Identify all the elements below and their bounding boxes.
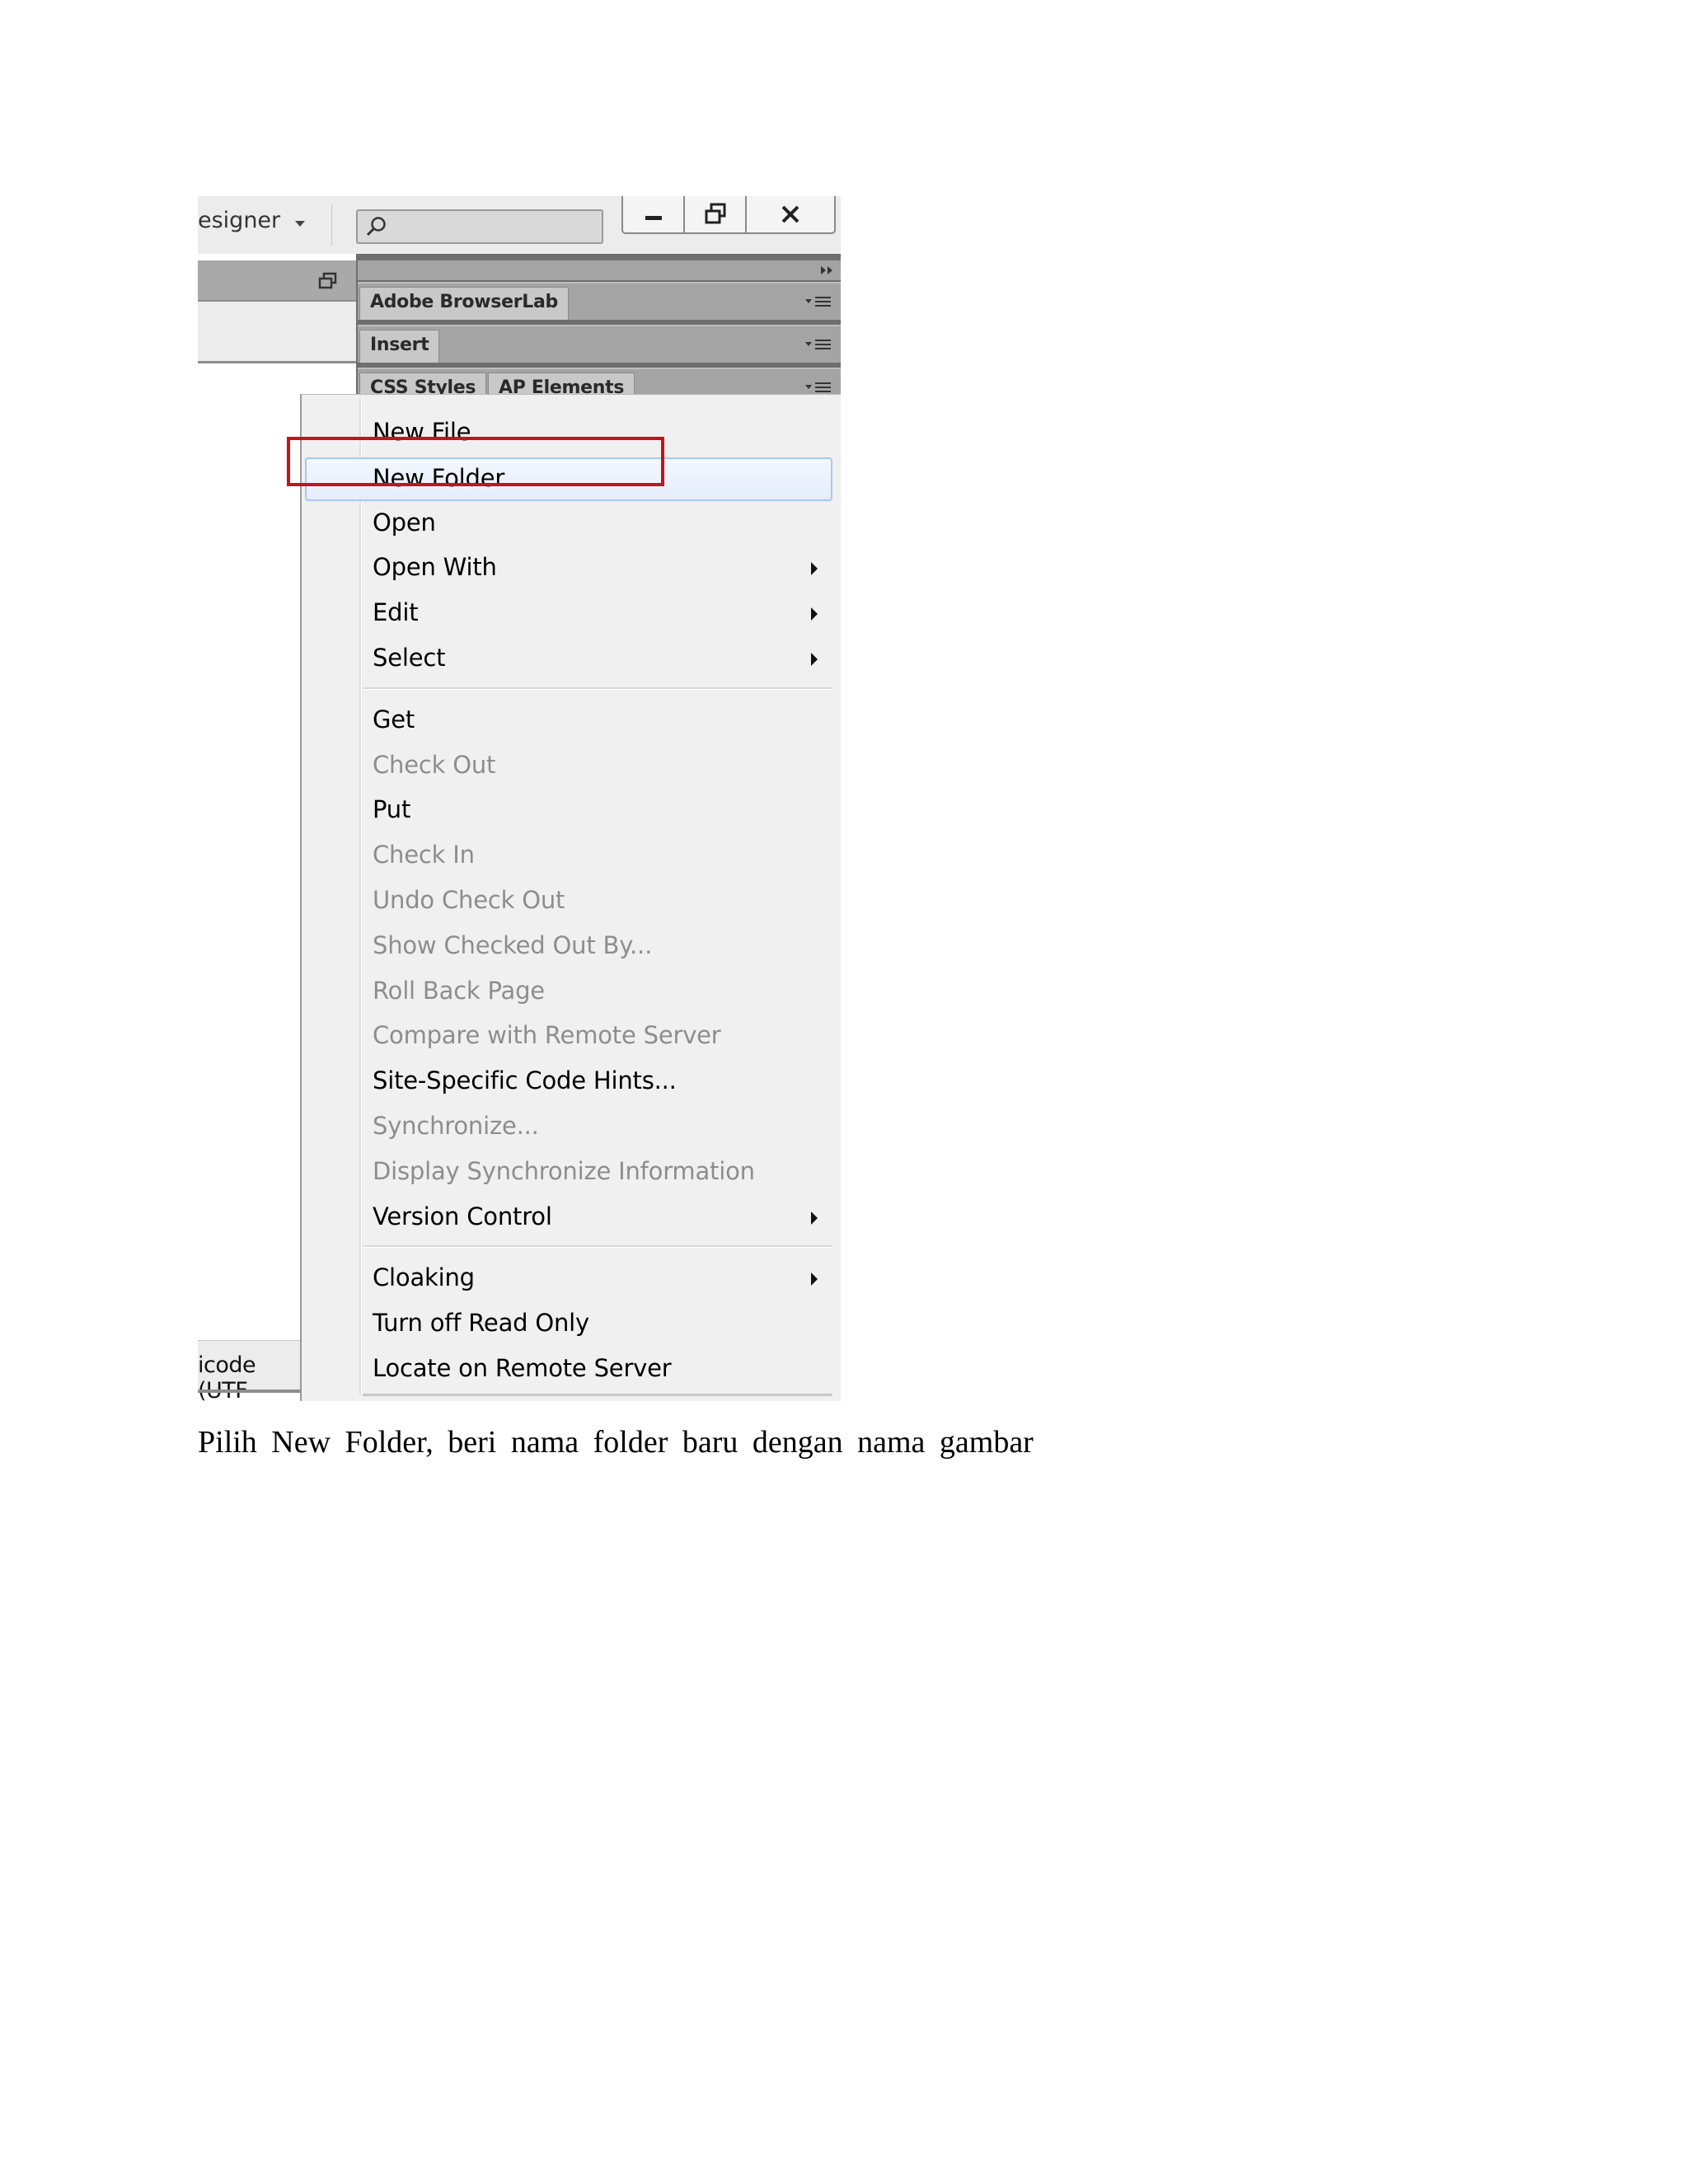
restore-icon	[705, 203, 726, 224]
menu-item-check-in[interactable]: Check In	[302, 834, 841, 879]
menu-item-label: Locate on Remote Server	[373, 1354, 672, 1382]
application-bar: esigner	[198, 196, 841, 254]
menu-item-label: Put	[373, 795, 411, 824]
menu-item-open[interactable]: Open	[302, 502, 841, 546]
files-context-menu: New File New Folder Open Open With Edit Selec…	[300, 394, 841, 1401]
menu-item-label: Display Synchronize Information	[373, 1156, 755, 1185]
menu-item-edit[interactable]: Edit	[302, 592, 841, 636]
search-icon	[366, 217, 386, 237]
panel-options-icon[interactable]	[804, 338, 832, 351]
menu-item-select[interactable]: Select	[302, 637, 841, 682]
caption-text: Pilih New Folder, beri nama folder baru …	[198, 1425, 1034, 1460]
workspace-switcher-label[interactable]: esigner	[198, 208, 280, 233]
search-input[interactable]	[356, 209, 603, 244]
menu-item-display-synchronize-information[interactable]: Display Synchronize Information	[302, 1151, 841, 1195]
menu-item-synchronize[interactable]: Synchronize...	[302, 1105, 841, 1150]
menu-item-label: Site-Specific Code Hints...	[373, 1066, 677, 1095]
panel-insert: Insert	[358, 325, 841, 363]
submenu-arrow-icon	[811, 607, 818, 621]
panel-options-icon[interactable]	[804, 381, 832, 394]
menu-item-label: Get	[373, 705, 415, 733]
collapse-to-icons-icon[interactable]	[819, 265, 836, 275]
menu-item-site-specific-code-hints[interactable]: Site-Specific Code Hints...	[302, 1060, 841, 1104]
menu-item-label: Check In	[373, 841, 475, 869]
submenu-arrow-icon	[811, 1211, 818, 1225]
menu-item-label: Turn off Read Only	[373, 1309, 589, 1338]
window-controls	[621, 196, 836, 234]
restore-panel-icon[interactable]	[318, 272, 338, 290]
annotation-highlight-box	[287, 437, 664, 486]
menu-item-label: Show Checked Out By...	[373, 930, 653, 959]
minimize-icon	[645, 216, 662, 220]
menu-item-put[interactable]: Put	[302, 789, 841, 833]
menu-item-compare-with-remote-server[interactable]: Compare with Remote Server	[302, 1015, 841, 1059]
restore-button[interactable]	[685, 196, 748, 232]
menu-item-label: Undo Check Out	[373, 886, 565, 914]
close-icon	[781, 205, 799, 223]
panel-dock-header	[358, 260, 841, 280]
menu-item-label: Version Control	[373, 1202, 552, 1230]
menu-item-version-control[interactable]: Version Control	[302, 1196, 841, 1240]
document-panel-header	[198, 260, 356, 302]
submenu-arrow-icon	[811, 1272, 818, 1286]
menu-item-open-with[interactable]: Open With	[302, 546, 841, 591]
menu-separator	[363, 687, 832, 690]
menu-bottom-border	[363, 1394, 832, 1396]
menu-item-get[interactable]: Get	[302, 699, 841, 743]
submenu-arrow-icon	[811, 562, 818, 576]
menu-item-locate-on-remote-server[interactable]: Locate on Remote Server	[302, 1347, 841, 1392]
menu-item-undo-check-out[interactable]: Undo Check Out	[302, 879, 841, 924]
document-toolbar	[198, 302, 356, 363]
menu-item-roll-back-page[interactable]: Roll Back Page	[302, 970, 841, 1015]
menu-item-show-checked-out-by[interactable]: Show Checked Out By...	[302, 925, 841, 969]
menu-item-check-out[interactable]: Check Out	[302, 744, 841, 789]
menu-item-label: Cloaking	[373, 1263, 475, 1292]
menu-item-label: Check Out	[373, 750, 496, 779]
chevron-down-icon[interactable]	[295, 221, 305, 227]
menu-item-label: Select	[373, 644, 446, 672]
menu-item-label: Open	[373, 508, 436, 537]
toolbar-divider	[331, 204, 332, 246]
submenu-arrow-icon	[811, 653, 818, 666]
menu-item-label: Compare with Remote Server	[373, 1021, 721, 1050]
status-bar: icode (UTF	[198, 1340, 305, 1401]
menu-item-label: Synchronize...	[373, 1112, 539, 1140]
menu-item-label: Edit	[373, 598, 419, 627]
encoding-label: icode (UTF	[198, 1352, 256, 1401]
menu-item-label: Open With	[373, 553, 497, 582]
panel-browserlab: Adobe BrowserLab	[358, 282, 841, 320]
dreamweaver-screenshot: esigner icode Adobe BrowserLab Insert CS…	[198, 196, 841, 1401]
panel-options-icon[interactable]	[804, 295, 832, 308]
menu-item-label: Roll Back Page	[373, 976, 545, 1005]
tab-insert[interactable]: Insert	[359, 330, 440, 363]
close-button[interactable]	[747, 196, 834, 232]
menu-item-turn-off-read-only[interactable]: Turn off Read Only	[302, 1302, 841, 1347]
status-bar-border	[198, 1390, 305, 1393]
tab-adobe-browserlab[interactable]: Adobe BrowserLab	[359, 287, 569, 320]
menu-separator	[363, 1245, 832, 1249]
menu-item-cloaking[interactable]: Cloaking	[302, 1257, 841, 1301]
minimize-button[interactable]	[623, 196, 686, 232]
